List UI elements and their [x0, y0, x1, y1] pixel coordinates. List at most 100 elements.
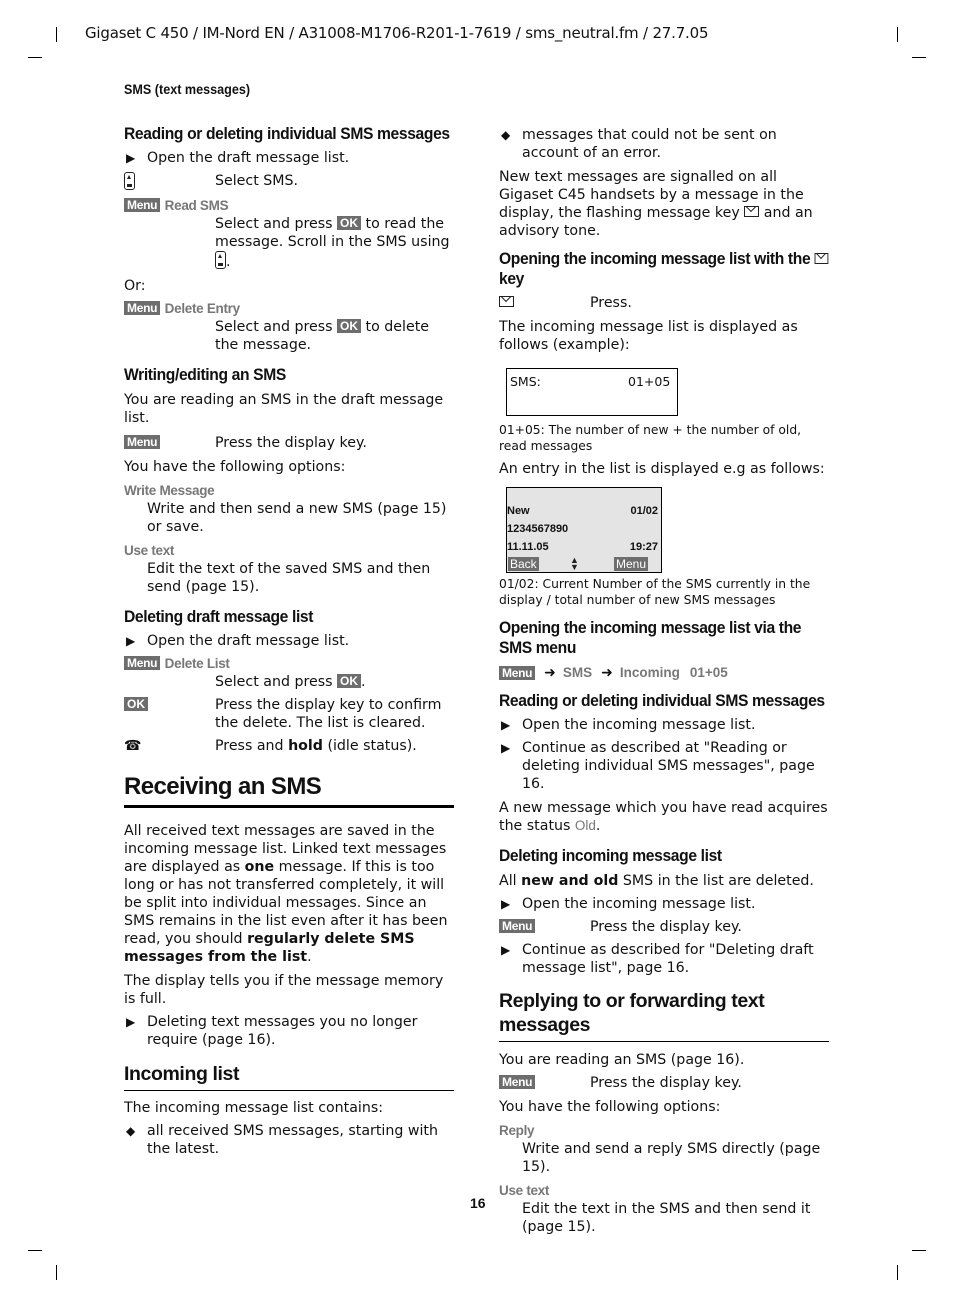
option-description: Write and then send a new SMS (page 15) … — [147, 501, 447, 535]
crop-mark — [56, 27, 57, 42]
step-description: Select and press OK to read the message.… — [215, 216, 450, 270]
menu-step: Menu Delete Entry — [124, 300, 454, 318]
paragraph: You are reading an SMS (page 16). — [499, 1052, 745, 1068]
paragraph: The display tells you if the message mem… — [124, 973, 444, 1007]
triangle-bullet-icon: ▶ — [126, 151, 136, 165]
chapter-heading: Receiving an SMS — [124, 773, 454, 808]
display-label: SMS: — [510, 374, 541, 389]
display-mockup-sms-count: SMS: 01+05 — [506, 368, 678, 416]
section-heading: Reading or deleting individual SMS messa… — [499, 691, 825, 710]
menu-item-incoming: Incoming — [619, 665, 680, 680]
or-text: Or: — [124, 278, 146, 294]
paragraph: All received text messages are saved in … — [124, 823, 448, 965]
display-count: 01+05 — [628, 374, 671, 389]
diamond-bullet-icon: ◆ — [126, 1124, 136, 1138]
option-label: Use text — [124, 543, 175, 558]
menu-step: Menu Delete List — [124, 655, 454, 673]
section-heading: Opening the incoming message list via th… — [499, 618, 802, 657]
paragraph: You have the following options: — [124, 459, 346, 475]
caption: 01/02: Current Number of the SMS current… — [499, 577, 811, 607]
crop-mark — [56, 1265, 57, 1280]
section-heading: Incoming list — [124, 1062, 454, 1091]
nav-key-icon — [124, 172, 135, 190]
menu-key: Menu — [124, 301, 161, 315]
right-column: ◆ messages that could not be sent on acco… — [499, 124, 829, 1236]
section-heading: Deleting draft message list — [124, 607, 314, 626]
list-item: ▶ Continue as described at "Reading or de… — [501, 740, 815, 792]
list-item: ▶ Continue as described for "Deleting dra… — [501, 942, 814, 976]
paragraph: All new and old SMS in the list are dele… — [499, 873, 814, 889]
section-heading: Reading or deleting individual SMS messa… — [124, 124, 450, 143]
section-heading: Opening the incoming message list with t… — [499, 249, 830, 289]
menu-key: Menu — [499, 666, 536, 680]
entry-time: 19:27 — [629, 541, 658, 553]
left-column: Reading or deleting individual SMS messa… — [124, 124, 454, 1158]
message-key-icon — [499, 296, 514, 307]
menu-item-delete-list: Delete List — [164, 656, 230, 671]
list-item: ▶ Open the incoming message list. — [501, 717, 756, 733]
paragraph: The incoming message list is displayed a… — [499, 319, 798, 353]
list-item: ▶ Open the draft message list. — [126, 633, 350, 649]
step: Menu Press the display key. — [499, 918, 829, 936]
menu-item-count: 01+05 — [689, 665, 728, 680]
menu-item-delete-entry: Delete Entry — [164, 301, 240, 316]
step: Menu Press the display key. — [124, 434, 454, 452]
paragraph: New text messages are signalled on all G… — [499, 169, 813, 239]
menu-key: Menu — [124, 656, 161, 670]
diamond-bullet-icon: ◆ — [501, 128, 511, 142]
paragraph: You have the following options: — [499, 1099, 721, 1115]
section-heading: Replying to or forwarding text messages — [499, 989, 829, 1042]
section-heading: Deleting incoming message list — [499, 846, 722, 865]
menu-key: Menu — [499, 919, 536, 933]
option-description: Write and send a reply SMS directly (pag… — [522, 1141, 821, 1175]
ok-key: OK — [337, 319, 362, 333]
option-label: Reply — [499, 1123, 535, 1138]
crop-mark — [912, 57, 926, 58]
triangle-bullet-icon: ▶ — [501, 741, 511, 755]
document-reference: Gigaset C 450 / IM-Nord EN / A31008-M170… — [85, 24, 709, 42]
triangle-bullet-icon: ▶ — [501, 718, 511, 732]
arrow-right-icon: ➜ — [544, 665, 556, 681]
entry-number: 1234567890 — [507, 523, 569, 535]
step: Menu Press the display key. — [499, 1074, 829, 1092]
crop-mark — [28, 1250, 42, 1251]
triangle-bullet-icon: ▶ — [501, 897, 511, 911]
ok-key: OK — [337, 216, 362, 230]
entry-date: 11.11.05 — [507, 541, 549, 553]
step: Select SMS. — [124, 172, 454, 192]
caption: 01+05: The number of new + the number of… — [499, 423, 802, 453]
menu-key: Menu — [499, 1075, 536, 1089]
ok-key: OK — [337, 674, 362, 688]
nav-key-icon — [215, 251, 226, 269]
crop-mark — [897, 27, 898, 42]
menu-path: Menu ➜ SMS ➜ Incoming 01+05 — [499, 664, 829, 682]
step: Press. — [499, 294, 829, 312]
step: OK Press the display key to confirm the … — [124, 696, 454, 732]
running-head: SMS (text messages) — [124, 81, 251, 97]
option-label: Use text — [499, 1183, 550, 1198]
end-call-key-icon: ☎ — [124, 738, 142, 754]
message-key-icon — [744, 206, 760, 217]
crop-mark — [897, 1265, 898, 1280]
menu-item-sms: SMS — [562, 665, 593, 680]
crop-mark — [912, 1250, 926, 1251]
arrow-right-icon: ➜ — [601, 665, 613, 681]
entry-index: 01/02 — [630, 505, 658, 517]
paragraph: You are reading an SMS in the draft mess… — [124, 392, 444, 426]
page-number: 16 — [470, 1195, 486, 1211]
paragraph: A new message which you have read acquir… — [499, 800, 828, 834]
list-item: ◆ messages that could not be sent on acco… — [501, 127, 777, 161]
softkey-back: Back — [508, 557, 539, 571]
menu-key: Menu — [124, 198, 161, 212]
paragraph: The incoming message list contains: — [124, 1100, 384, 1116]
up-down-arrow-icon: ▲ ▼ — [570, 555, 579, 572]
softkey-menu: Menu — [613, 557, 648, 571]
ok-key: OK — [124, 697, 148, 711]
list-item: ◆ all received SMS messages, starting wit… — [126, 1123, 438, 1157]
list-item: ▶ Open the draft message list. — [126, 150, 350, 166]
triangle-bullet-icon: ▶ — [126, 634, 136, 648]
step-description: Select and press OK to delete the messag… — [215, 319, 429, 353]
triangle-bullet-icon: ▶ — [126, 1015, 136, 1029]
paragraph: An entry in the list is displayed e.g as… — [499, 461, 825, 477]
display-mockup-entry: New 01/02 1234567890 11.11.05 19:27 Back ▲… — [506, 487, 662, 573]
